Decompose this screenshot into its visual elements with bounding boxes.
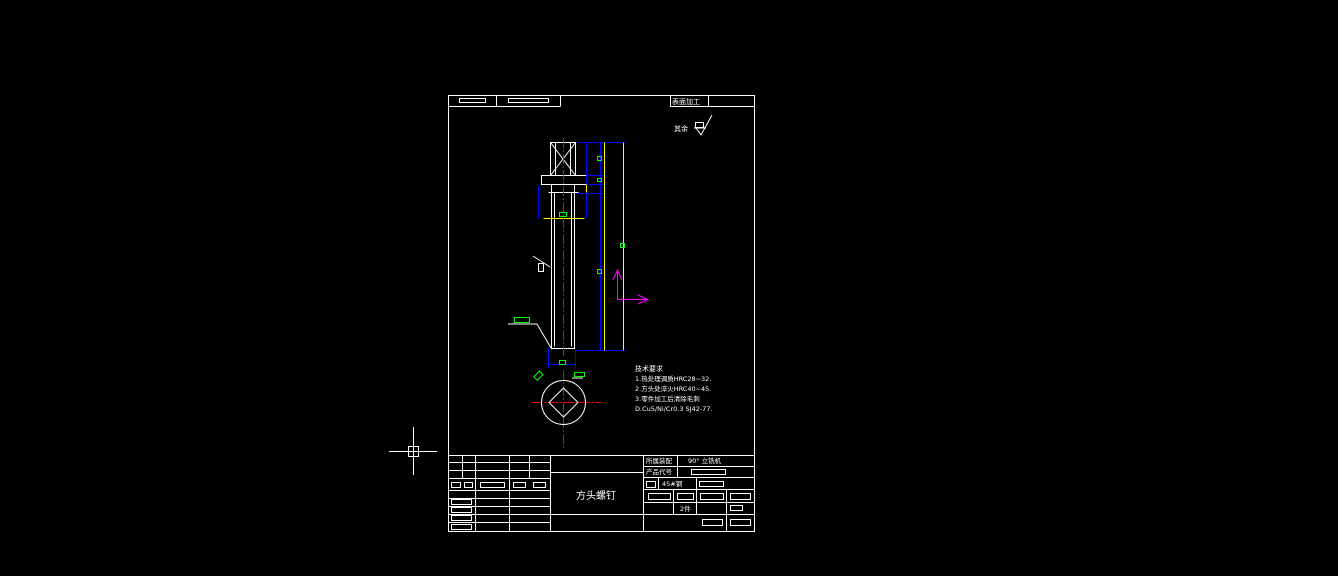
roughness-note: 其余 <box>674 124 688 133</box>
quantity: 2件 <box>680 504 691 513</box>
extension-lines <box>586 142 624 351</box>
crosshair-cursor-icon[interactable] <box>389 427 437 475</box>
project-label: 所属装配 <box>646 456 673 465</box>
roughness-symbol-icon <box>694 114 713 136</box>
tech-req-item: 3.零件加工后清除毛刺 <box>635 394 700 403</box>
tech-req-item: 2.方头处淬火HRC40~45. <box>635 384 711 393</box>
screw-end-view <box>532 370 601 448</box>
ucs-axis-icon <box>612 268 650 305</box>
material: 45#钢 <box>662 480 683 488</box>
technical-requirements: 技术要求 1.热处理调质HRC28~32. 2.方头处淬火HRC40~45. 3… <box>635 364 713 413</box>
tech-req-item: D.Cu5/Ni/Cr0.3 SJ42-77. <box>635 405 713 413</box>
dimension-markers <box>514 156 625 381</box>
header-strip <box>448 95 755 107</box>
screw-side-view <box>541 138 587 357</box>
project-value: 90° 立铣机 <box>688 456 722 465</box>
tech-req-item: 1.热处理调质HRC28~32. <box>635 374 711 383</box>
surface-treatment-label: 表面加工 <box>672 97 700 106</box>
product-code-label: 产品代号 <box>646 467 673 476</box>
cad-drawing-canvas[interactable]: 表面加工 其余 技术要求 1.热处理调质HRC28~32. 2.方头处淬火HRC… <box>0 0 1338 576</box>
tech-req-title: 技术要求 <box>635 364 663 373</box>
part-name: 方头螺钉 <box>576 489 616 502</box>
